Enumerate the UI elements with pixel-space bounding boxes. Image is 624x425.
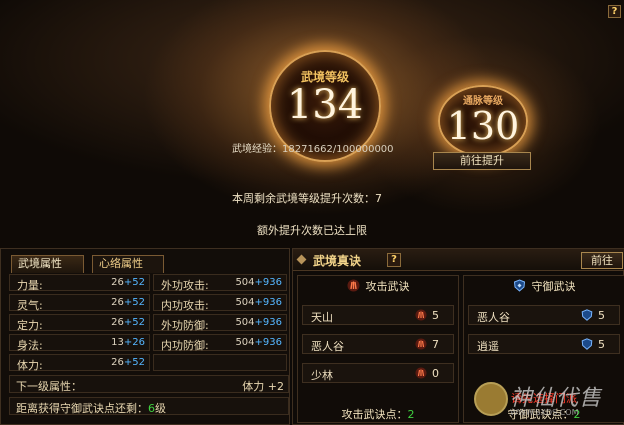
art-name: 逍遥 [477, 340, 499, 353]
art-count: 0 [432, 367, 439, 380]
experience-line: 武境经验：18271662/100000000 [232, 140, 394, 155]
watermark-url: WWW.SXDS.COM [510, 408, 579, 417]
shield-icon [513, 279, 525, 292]
attr-base: 504 [235, 317, 255, 328]
claw-icon [415, 309, 427, 321]
diamond-icon [296, 254, 307, 265]
attr-row-inner-defense: 内功防御: 504+936 [153, 334, 287, 352]
attr-label: 力量: [17, 279, 43, 292]
attr-base: 26 [111, 317, 124, 328]
experience-label: 武境经验： [232, 144, 282, 155]
distance-value: 6 [148, 402, 155, 415]
extra-limit-text: 额外提升次数已达上限 [257, 224, 367, 237]
attr-row-agility: 身法: 13+26 [9, 334, 150, 352]
attr-bonus: +52 [123, 317, 145, 328]
attr-bonus: +936 [254, 317, 282, 328]
attr-label: 定力: [17, 319, 43, 332]
attr-row-empty [153, 354, 287, 371]
attack-art-row[interactable]: 少林 0 [302, 363, 454, 383]
attr-label: 体力: [17, 359, 43, 372]
defense-point-distance-row: 距离获得守御武诀点还剩：6级 [9, 397, 289, 415]
next-level-label: 下一级属性： [16, 380, 82, 393]
attack-points: 攻击武诀点：2 [298, 406, 458, 422]
attr-row-focus: 定力: 26+52 [9, 314, 150, 332]
martial-level-value: 134 [286, 82, 364, 128]
attr-label: 身法: [17, 339, 43, 352]
attr-row-strength: 力量: 26+52 [9, 274, 150, 292]
attr-base: 26 [111, 297, 124, 308]
next-level-row: 下一级属性： 体力 +2 [9, 375, 289, 393]
claw-icon [415, 367, 427, 379]
claw-icon [415, 338, 427, 350]
attr-bonus: +26 [123, 337, 145, 348]
experience-value: 18271662/100000000 [282, 144, 394, 155]
attr-label: 外功防御: [161, 319, 209, 332]
defense-arts-title: 守御武诀 [531, 280, 576, 293]
attack-art-row[interactable]: 天山 5 [302, 305, 454, 325]
claw-icon [347, 279, 359, 292]
attack-points-value: 2 [407, 408, 415, 421]
help-icon[interactable]: ? [608, 5, 621, 18]
art-name: 恶人谷 [311, 340, 344, 353]
attr-label: 外功攻击: [161, 279, 209, 292]
tab-heart-attributes[interactable]: 心络属性 [92, 255, 164, 273]
attack-arts-title: 攻击武诀 [365, 280, 410, 293]
tab-martial-attributes[interactable]: 武境属性 [11, 255, 84, 273]
attr-base: 504 [235, 337, 255, 348]
go-button[interactable]: 前往 [581, 252, 623, 269]
meridian-level-value: 130 [446, 104, 520, 148]
attack-arts-column: 攻击武诀 天山 5 恶人谷 7 少林 0 攻击武诀点：2 [297, 275, 459, 423]
attr-row-inner-attack: 内功攻击: 504+936 [153, 294, 287, 312]
help-icon[interactable]: ? [387, 253, 401, 267]
attr-bonus: +936 [254, 277, 282, 288]
weekly-remaining-text: 本周剩余武境等级提升次数：7 [232, 192, 382, 205]
attr-label: 灵气: [17, 299, 43, 312]
art-count: 5 [598, 338, 605, 351]
attr-row-stamina: 体力: 26+52 [9, 354, 150, 372]
attr-row-spirit: 灵气: 26+52 [9, 294, 150, 312]
attack-points-label: 攻击武诀点： [341, 408, 408, 421]
defense-art-row[interactable]: 恶人谷 5 [468, 305, 620, 325]
mascot-logo-icon [474, 382, 508, 416]
attr-row-outer-attack: 外功攻击: 504+936 [153, 274, 287, 292]
attr-base: 13 [111, 337, 124, 348]
attr-base: 26 [111, 357, 124, 368]
attr-label: 内功防御: [161, 339, 209, 352]
shield-icon [581, 338, 593, 350]
attr-bonus: +52 [123, 277, 145, 288]
arts-header: 武境真诀 ? 前往 [293, 249, 624, 271]
attr-base: 504 [235, 297, 255, 308]
attack-art-row[interactable]: 恶人谷 7 [302, 334, 454, 354]
meridian-level-orb: 通脉等级 130 [438, 85, 528, 157]
attr-row-outer-defense: 外功防御: 504+936 [153, 314, 287, 332]
attr-bonus: +52 [123, 357, 145, 368]
arts-title: 武境真诀 [313, 254, 362, 268]
art-count: 7 [432, 338, 439, 351]
defense-art-row[interactable]: 逍遥 5 [468, 334, 620, 354]
go-advance-button[interactable]: 前往提升 [433, 152, 531, 170]
art-name: 恶人谷 [477, 311, 510, 324]
art-name: 天山 [311, 311, 333, 324]
level-hero: ? 武境等级 134 通脉等级 130 武境经验：18271662/100000… [0, 0, 624, 250]
attr-base: 504 [235, 277, 255, 288]
attribute-panel: 武境属性 心络属性 力量: 26+52 灵气: 26+52 定力: 26+52 … [0, 248, 290, 425]
attr-base: 26 [111, 277, 124, 288]
watermark: 神仙代售 WWW.SXDS.COM [470, 378, 624, 422]
art-count: 5 [432, 309, 439, 322]
distance-unit: 级 [155, 402, 166, 415]
attr-bonus: +936 [254, 337, 282, 348]
attr-label: 内功攻击: [161, 299, 209, 312]
distance-label: 距离获得守御武诀点还剩： [16, 402, 148, 415]
attr-bonus: +936 [254, 297, 282, 308]
art-count: 5 [598, 309, 605, 322]
attr-bonus: +52 [123, 297, 145, 308]
art-name: 少林 [311, 369, 333, 382]
shield-icon [581, 309, 593, 321]
next-level-value: 体力 +2 [242, 380, 284, 393]
